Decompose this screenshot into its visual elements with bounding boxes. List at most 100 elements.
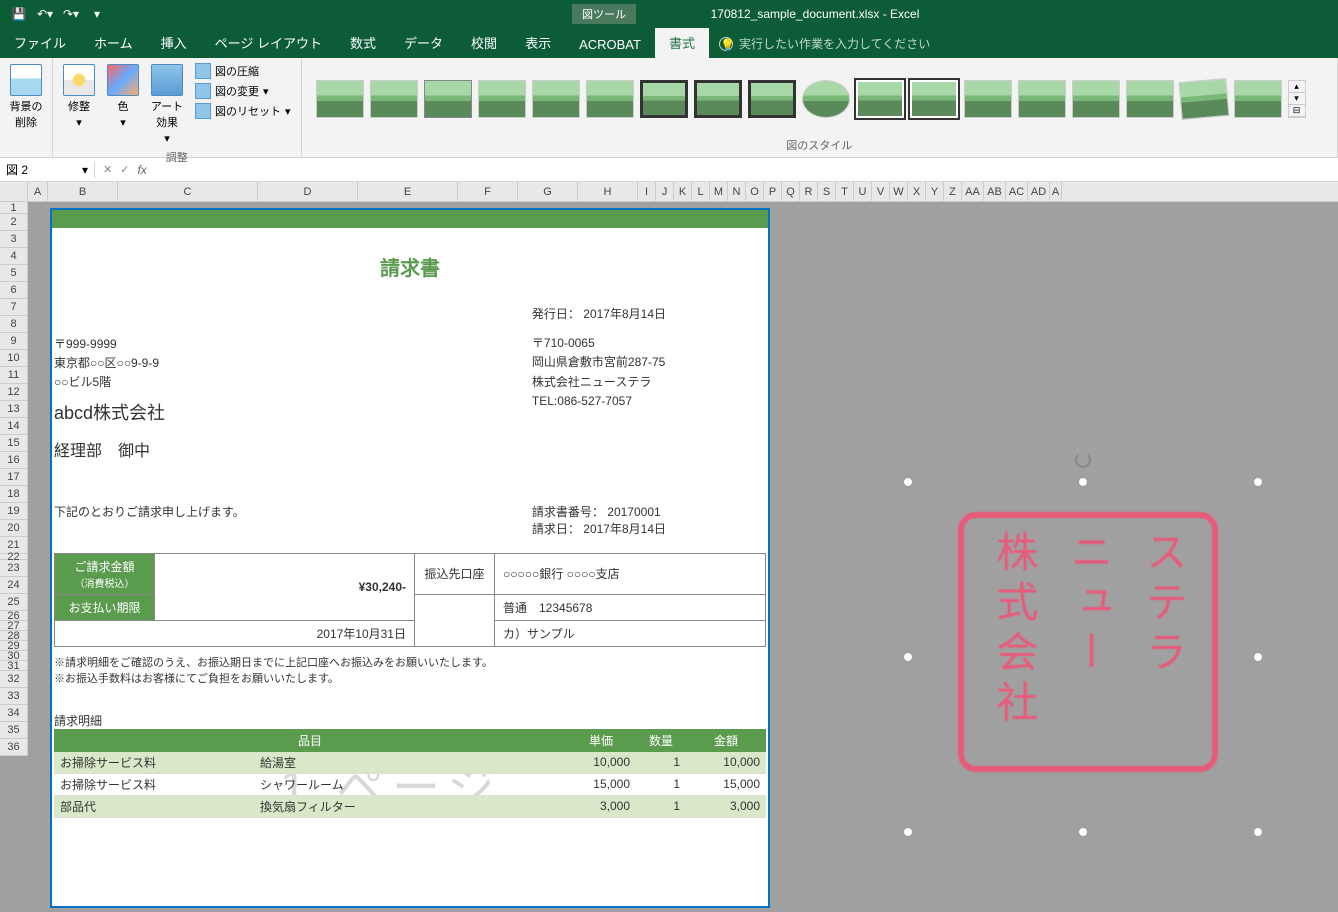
style-thumb[interactable] (802, 80, 850, 118)
gallery-up-icon[interactable]: ▴ (1289, 81, 1305, 93)
style-thumb[interactable] (424, 80, 472, 118)
style-thumb[interactable] (1072, 80, 1120, 118)
row-header[interactable]: 5 (0, 265, 28, 282)
tab-acrobat[interactable]: ACROBAT (565, 31, 655, 58)
undo-icon[interactable]: ↶▾ (34, 3, 56, 25)
gallery-more-icon[interactable]: ⊟ (1289, 105, 1305, 117)
column-header[interactable]: J (656, 182, 674, 201)
style-thumb[interactable] (748, 80, 796, 118)
tab-file[interactable]: ファイル (0, 27, 80, 58)
row-header[interactable]: 33 (0, 688, 28, 705)
style-thumb[interactable] (910, 80, 958, 118)
column-header[interactable]: AC (1006, 182, 1028, 201)
row-header[interactable]: 15 (0, 435, 28, 452)
select-all-corner[interactable] (0, 182, 28, 201)
save-icon[interactable]: 💾 (8, 3, 30, 25)
column-header[interactable]: L (692, 182, 710, 201)
row-header[interactable]: 13 (0, 401, 28, 418)
style-thumb[interactable] (694, 80, 742, 118)
column-header[interactable]: R (800, 182, 818, 201)
row-header[interactable]: 8 (0, 316, 28, 333)
tab-format[interactable]: 書式 (655, 27, 709, 58)
resize-handle[interactable] (1253, 652, 1263, 662)
row-header[interactable]: 10 (0, 350, 28, 367)
column-header[interactable]: V (872, 182, 890, 201)
cancel-icon[interactable]: ✕ (103, 163, 112, 176)
tab-page-layout[interactable]: ページ レイアウト (201, 27, 336, 58)
row-header[interactable]: 34 (0, 705, 28, 722)
row-header[interactable]: 14 (0, 418, 28, 435)
row-header[interactable]: 25 (0, 594, 28, 611)
reset-picture-button[interactable]: 図のリセット▾ (191, 102, 295, 120)
column-header[interactable]: P (764, 182, 782, 201)
style-thumb[interactable] (532, 80, 580, 118)
gallery-down-icon[interactable]: ▾ (1289, 93, 1305, 105)
row-header[interactable]: 9 (0, 333, 28, 350)
column-header[interactable]: D (258, 182, 358, 201)
column-header[interactable]: O (746, 182, 764, 201)
column-header[interactable]: AB (984, 182, 1006, 201)
row-header[interactable]: 17 (0, 469, 28, 486)
qat-customize-icon[interactable]: ▾ (86, 3, 108, 25)
tab-review[interactable]: 校閲 (457, 27, 511, 58)
column-header[interactable]: F (458, 182, 518, 201)
style-thumb[interactable] (316, 80, 364, 118)
column-header[interactable]: W (890, 182, 908, 201)
color-button[interactable]: 色▾ (103, 62, 143, 131)
resize-handle[interactable] (1078, 477, 1088, 487)
rotate-handle-icon[interactable] (1075, 452, 1091, 468)
column-header[interactable]: A (1050, 182, 1062, 201)
change-picture-button[interactable]: 図の変更▾ (191, 82, 295, 100)
column-header[interactable]: K (674, 182, 692, 201)
row-header[interactable]: 35 (0, 722, 28, 739)
corrections-button[interactable]: 修整▾ (59, 62, 99, 131)
row-header[interactable]: 11 (0, 367, 28, 384)
tell-me-search[interactable]: 💡 実行したい作業を入力してください (709, 29, 940, 58)
column-header[interactable]: H (578, 182, 638, 201)
style-thumb[interactable] (1126, 80, 1174, 118)
style-thumb[interactable] (640, 80, 688, 118)
remove-background-button[interactable]: 背景の 削除 (6, 62, 46, 132)
resize-handle[interactable] (1253, 477, 1263, 487)
tab-data[interactable]: データ (390, 27, 457, 58)
tab-insert[interactable]: 挿入 (147, 27, 201, 58)
style-thumb[interactable] (1234, 80, 1282, 118)
column-header[interactable]: B (48, 182, 118, 201)
style-thumb[interactable] (1018, 80, 1066, 118)
column-header[interactable]: G (518, 182, 578, 201)
column-header[interactable]: E (358, 182, 458, 201)
resize-handle[interactable] (903, 477, 913, 487)
style-thumb[interactable] (964, 80, 1012, 118)
column-header[interactable]: S (818, 182, 836, 201)
column-header[interactable]: X (908, 182, 926, 201)
resize-handle[interactable] (1078, 827, 1088, 837)
column-header[interactable]: C (118, 182, 258, 201)
row-header[interactable]: 2 (0, 214, 28, 231)
row-header[interactable]: 1 (0, 202, 28, 214)
row-header[interactable]: 12 (0, 384, 28, 401)
selected-picture-object[interactable]: 株式会社 ニュー ステラ (908, 482, 1258, 832)
artistic-effects-button[interactable]: アート効果▾ (147, 62, 187, 147)
column-header[interactable]: Q (782, 182, 800, 201)
resize-handle[interactable] (903, 652, 913, 662)
row-header[interactable]: 24 (0, 577, 28, 594)
column-header[interactable]: AD (1028, 182, 1050, 201)
resize-handle[interactable] (903, 827, 913, 837)
column-header[interactable]: M (710, 182, 728, 201)
row-header[interactable]: 18 (0, 486, 28, 503)
column-header[interactable]: Z (944, 182, 962, 201)
row-header[interactable]: 36 (0, 739, 28, 756)
row-header[interactable]: 3 (0, 231, 28, 248)
tab-home[interactable]: ホーム (80, 27, 147, 58)
row-header[interactable]: 23 (0, 560, 28, 577)
column-header[interactable]: Y (926, 182, 944, 201)
compress-pictures-button[interactable]: 図の圧縮 (191, 62, 295, 80)
column-header[interactable]: AA (962, 182, 984, 201)
redo-icon[interactable]: ↷▾ (60, 3, 82, 25)
row-header[interactable]: 19 (0, 503, 28, 520)
resize-handle[interactable] (1253, 827, 1263, 837)
style-thumb[interactable] (586, 80, 634, 118)
row-header[interactable]: 31 (0, 661, 28, 671)
style-thumb[interactable] (370, 80, 418, 118)
column-header[interactable]: N (728, 182, 746, 201)
